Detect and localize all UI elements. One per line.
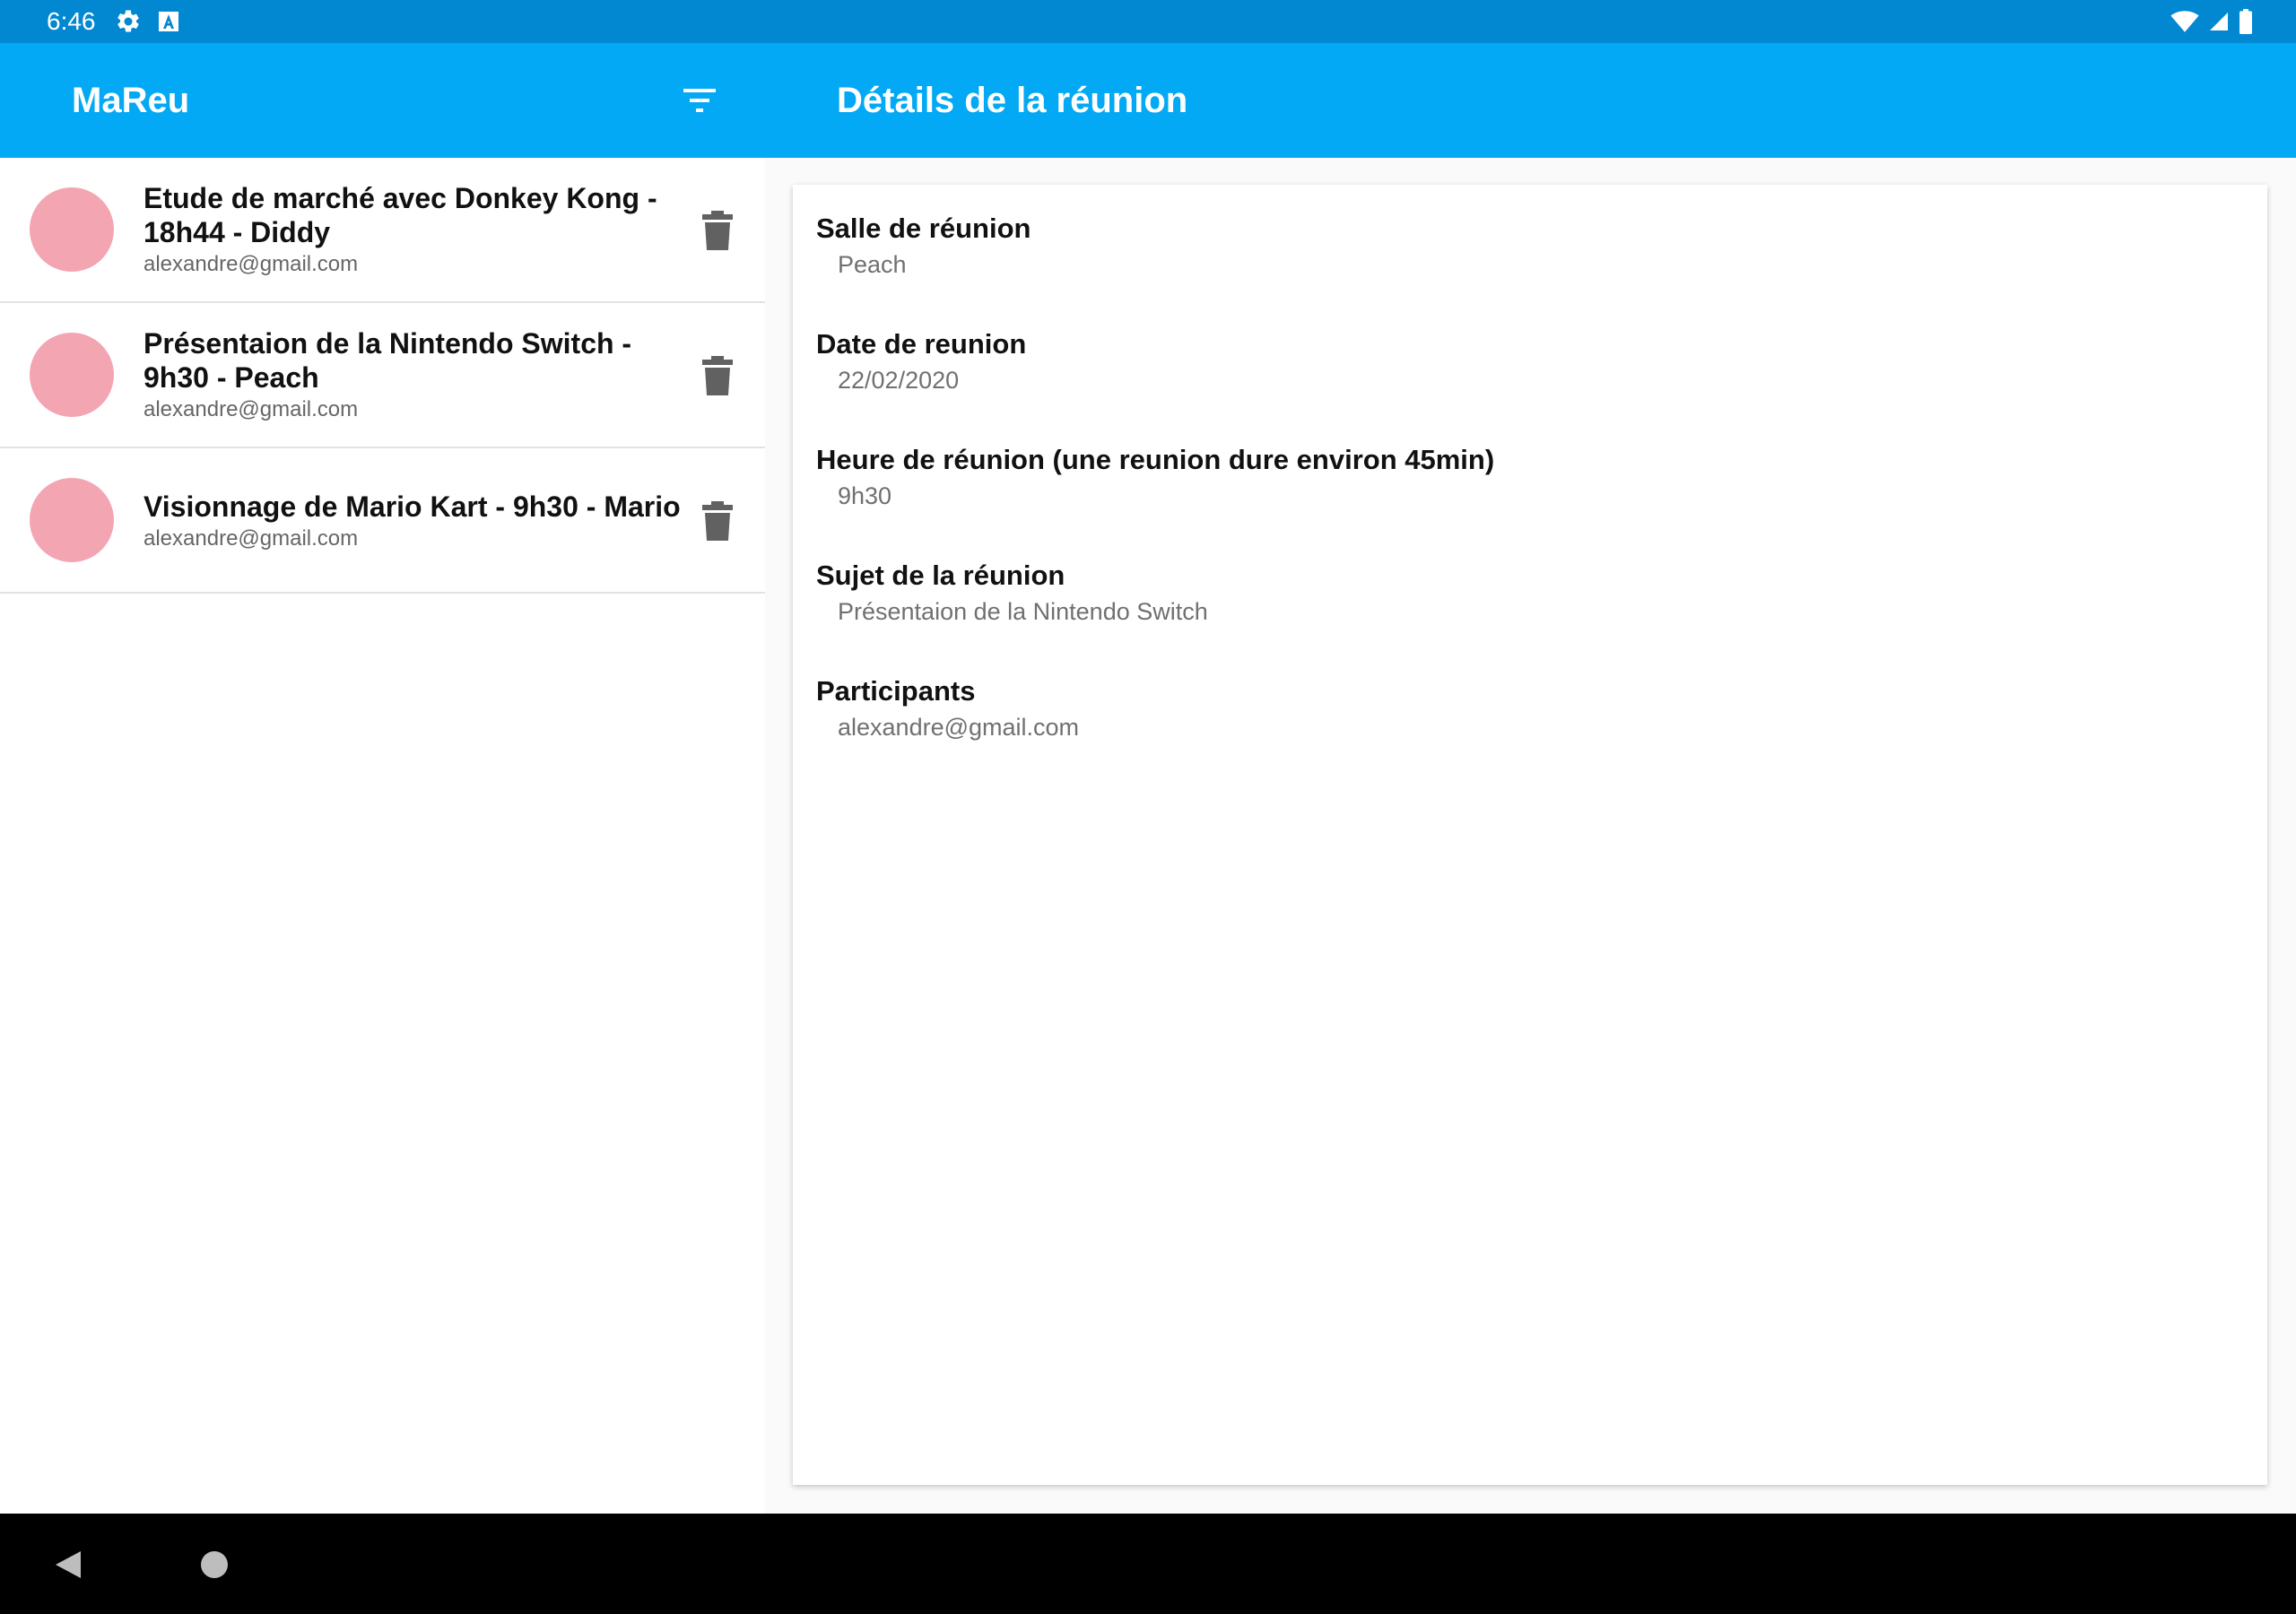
filter-list-icon: [683, 89, 716, 112]
meeting-list-item[interactable]: Visionnage de Mario Kart - 9h30 - Mario …: [0, 448, 765, 594]
status-time: 6:46: [47, 7, 96, 35]
time-value: 9h30: [838, 482, 892, 509]
detail-app-bar: Détails de la réunion: [765, 43, 2296, 158]
signal-icon: [2210, 13, 2228, 30]
meeting-title: Visionnage de Mario Kart - 9h30 - Mario: [144, 490, 681, 523]
meeting-participants: alexandre@gmail.com: [144, 397, 359, 421]
meeting-text: Etude de marché avec Donkey Kong - 18h44…: [144, 181, 682, 278]
status-icons-left: [115, 7, 179, 36]
date-value: 22/02/2020: [838, 367, 960, 394]
meeting-list-item[interactable]: Etude de marché avec Donkey Kong - 18h44…: [0, 158, 765, 303]
participants-field: Participants alexandre@gmail.com: [816, 674, 1079, 742]
time-label: Heure de réunion (une reunion dure envir…: [816, 444, 1495, 475]
meeting-avatar: [30, 478, 114, 562]
meeting-details-card: Salle de réunion Peach Date de reunion 2…: [793, 185, 2267, 1485]
status-bar: 6:46: [0, 0, 2296, 43]
settings-gear-icon: [117, 10, 139, 32]
trash-icon: [702, 356, 733, 395]
back-triangle-icon[interactable]: [54, 1549, 83, 1580]
date-field: Date de reunion 22/02/2020: [816, 327, 1026, 395]
status-icons-right: [2170, 7, 2253, 36]
meeting-avatar: [30, 187, 114, 272]
time-field: Heure de réunion (une reunion dure envir…: [816, 443, 1494, 511]
accessibility-a-icon: [159, 12, 178, 31]
list-app-bar: MaReu: [0, 43, 765, 158]
participants-label: Participants: [816, 675, 976, 707]
subject-label: Sujet de la réunion: [816, 560, 1065, 591]
subject-field: Sujet de la réunion Présentaion de la Ni…: [816, 559, 1208, 627]
filter-button[interactable]: [674, 79, 725, 122]
delete-meeting-button[interactable]: [696, 499, 739, 543]
date-label: Date de reunion: [816, 328, 1027, 360]
app-title: MaReu: [72, 81, 190, 120]
delete-meeting-button[interactable]: [696, 353, 739, 398]
room-value: Peach: [838, 251, 907, 278]
delete-meeting-button[interactable]: [696, 208, 739, 253]
battery-icon: [2239, 9, 2252, 34]
wifi-icon: [2170, 11, 2199, 32]
room-field: Salle de réunion Peach: [816, 212, 1031, 280]
participants-value: alexandre@gmail.com: [838, 714, 1080, 741]
trash-icon: [702, 211, 733, 250]
meeting-title: Etude de marché avec Donkey Kong - 18h44…: [144, 182, 657, 248]
trash-icon: [702, 501, 733, 541]
subject-value: Présentaion de la Nintendo Switch: [838, 598, 1208, 625]
home-circle-icon[interactable]: [201, 1551, 228, 1578]
meeting-list-item[interactable]: Présentaion de la Nintendo Switch - 9h30…: [0, 303, 765, 448]
meeting-list: Etude de marché avec Donkey Kong - 18h44…: [0, 158, 765, 1614]
meeting-text: Visionnage de Mario Kart - 9h30 - Mario …: [144, 490, 682, 552]
meeting-avatar: [30, 333, 114, 417]
meeting-text: Présentaion de la Nintendo Switch - 9h30…: [144, 326, 682, 423]
detail-title: Détails de la réunion: [837, 81, 1188, 120]
meeting-title: Présentaion de la Nintendo Switch - 9h30…: [144, 327, 632, 394]
meeting-participants: alexandre@gmail.com: [144, 526, 359, 551]
navigation-bar: [0, 1514, 2296, 1614]
meeting-participants: alexandre@gmail.com: [144, 252, 359, 276]
room-label: Salle de réunion: [816, 213, 1031, 244]
